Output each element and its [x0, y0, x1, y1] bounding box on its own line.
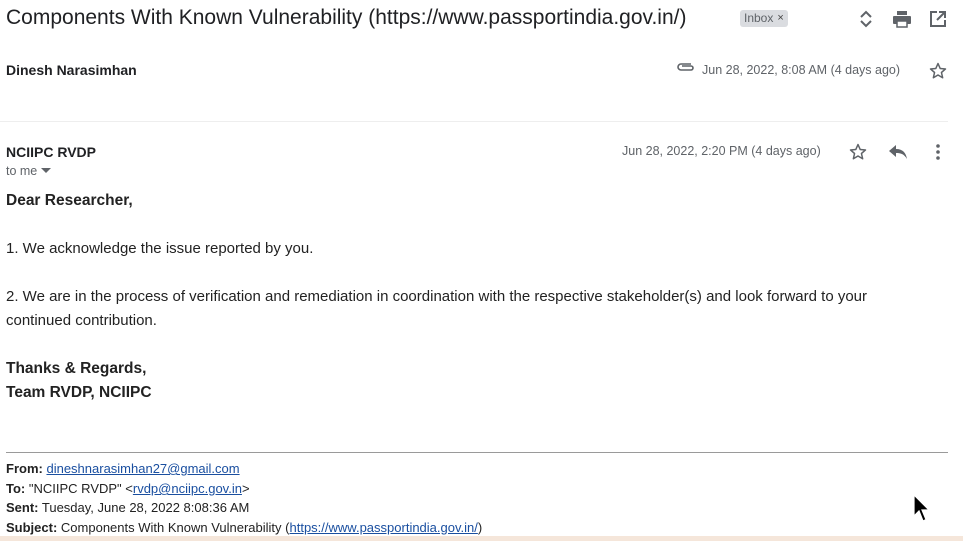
quoted-from-label: From:	[6, 461, 43, 476]
signoff-line-1: Thanks & Regards,	[6, 360, 147, 377]
paragraph-2-line-1: 2. We are in the process of verification…	[6, 288, 868, 305]
email-subject: Components With Known Vulnerability (htt…	[6, 6, 687, 29]
quoted-sent-value: Tuesday, June 28, 2022 8:08:36 AM	[41, 500, 250, 515]
recipient-details-toggle[interactable]: to me	[6, 164, 52, 178]
message1-date: Jun 28, 2022, 8:08 AM (4 days ago)	[702, 63, 901, 77]
quoted-sent: Sent: Tuesday, June 28, 2022 8:08:36 AM	[6, 500, 249, 515]
message-divider	[0, 121, 948, 122]
quoted-to: To: "NCIIPC RVDP" <rvdp@nciipc.gov.in>	[6, 481, 250, 496]
quoted-divider	[6, 452, 948, 453]
open-in-new-window-icon[interactable]	[926, 7, 950, 31]
attachment-icon	[676, 60, 696, 79]
star-icon[interactable]	[846, 140, 870, 164]
remove-label-icon[interactable]: ×	[777, 10, 783, 27]
expand-collapse-icon[interactable]	[854, 7, 878, 31]
inbox-label-chip[interactable]: Inbox ×	[740, 10, 788, 27]
greeting: Dear Researcher,	[6, 192, 133, 209]
quoted-subject-suffix: )	[477, 520, 483, 535]
signoff-line-2: Team RVDP, NCIIPC	[6, 384, 152, 401]
quoted-to-email-link[interactable]: rvdp@nciipc.gov.in	[133, 481, 242, 496]
paragraph-2-line-2: continued contribution.	[6, 312, 157, 329]
reply-icon[interactable]	[886, 140, 910, 164]
bottom-strip	[0, 536, 963, 541]
quoted-subject-label: Subject:	[6, 520, 58, 535]
quoted-to-close: >	[241, 481, 250, 496]
paragraph-1: 1. We acknowledge the issue reported by …	[6, 240, 314, 257]
mouse-pointer-icon	[912, 493, 932, 529]
recipient-label: to me	[6, 164, 38, 178]
quoted-from: From: dineshnarasimhan27@gmail.com	[6, 461, 240, 476]
message1-sender[interactable]: Dinesh Narasimhan	[6, 62, 137, 78]
quoted-from-email-link[interactable]: dineshnarasimhan27@gmail.com	[46, 461, 239, 476]
quoted-to-label: To:	[6, 481, 26, 496]
message2-date: Jun 28, 2022, 2:20 PM (4 days ago)	[622, 144, 821, 158]
print-icon[interactable]	[890, 7, 914, 31]
chevron-down-icon	[41, 168, 52, 173]
quoted-subject-link[interactable]: https://www.passportindia.gov.in/	[290, 520, 478, 535]
quoted-sent-label: Sent:	[6, 500, 39, 515]
message2-sender[interactable]: NCIIPC RVDP	[6, 144, 96, 160]
inbox-label-text: Inbox	[744, 11, 774, 25]
star-icon[interactable]	[926, 59, 950, 83]
quoted-subject-prefix: Components With Known Vulnerability (	[60, 520, 290, 535]
quoted-to-name: "NCIIPC RVDP" <	[28, 481, 133, 496]
more-options-icon[interactable]	[926, 140, 950, 164]
quoted-subject: Subject: Components With Known Vulnerabi…	[6, 520, 482, 535]
